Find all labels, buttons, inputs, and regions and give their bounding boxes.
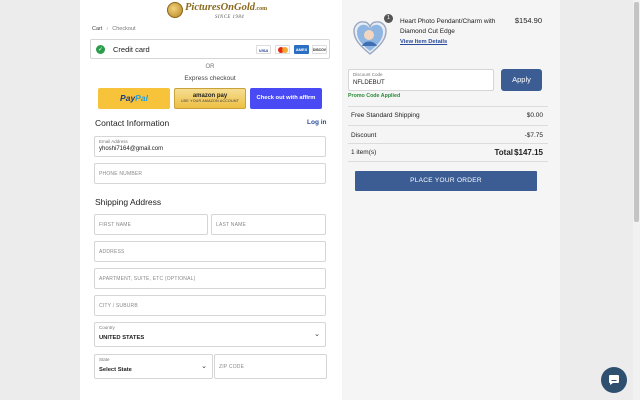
product-thumbnail[interactable]: 1 [348,14,393,61]
logo-tagline: SINCE 1984 [215,15,245,20]
or-divider: OR [205,64,215,70]
apartment-placeholder: APARTMENT, SUITE, ETC (OPTIONAL) [99,276,196,282]
total-label: Total [494,148,513,157]
express-checkout-label: Express checkout [184,75,236,82]
amazon-pay-sublabel: USE YOUR AMAZON ACCOUNT [180,99,240,103]
visa-card-icon: VISA [256,45,271,54]
chat-button[interactable] [601,367,627,393]
quantity-badge: 1 [384,14,393,23]
items-count: 1 item(s) [351,149,377,156]
divider [348,125,548,126]
total-value: $147.15 [514,148,543,157]
last-name-placeholder: LAST NAME [216,222,247,228]
breadcrumb-cart[interactable]: Cart [92,26,102,32]
paypal-button[interactable]: PayPal [98,88,170,109]
state-label: State [99,357,110,362]
first-name-field[interactable]: FIRST NAME [94,214,208,235]
email-label: Email Address [99,139,128,144]
state-select[interactable]: State Select State ⌄ [94,354,213,379]
last-name-field[interactable]: LAST NAME [211,214,326,235]
discount-code-value: NFLDEBUT [353,80,385,86]
zip-placeholder: ZIP CODE [219,364,245,370]
product-price: $154.90 [514,16,542,25]
total-row: 1 item(s) Total $147.15 [351,148,543,157]
logo-domain: .com [255,6,268,12]
promo-status: Promo Code Applied [348,93,401,99]
shipping-row: Free Standard Shipping $0.00 [351,112,543,119]
contact-info-title: Contact Information [95,118,170,128]
check-circle-icon: ✓ [96,45,105,54]
discover-card-icon: DISCOVER [312,45,327,54]
discount-code-field[interactable]: Discount Code NFLDEBUT [348,69,494,91]
divider [348,161,548,162]
address-placeholder: ADDRESS [99,249,125,255]
email-value: yhoshi7164@gmail.com [99,146,164,152]
chevron-down-icon: ⌄ [201,362,207,370]
product-name: Heart Photo Pendant/Charm with Diamond C… [400,18,496,35]
credit-card-option[interactable]: ✓ Credit card VISA AMEX DISCOVER [90,39,330,59]
discount-row-label: Discount [351,132,377,139]
credit-card-label: Credit card [113,45,150,54]
place-order-button[interactable]: PLACE YOUR ORDER [355,171,537,191]
address-field[interactable]: ADDRESS [94,241,326,262]
affirm-button[interactable]: Check out with affirm [250,88,322,109]
city-field[interactable]: CITY / SUBURB [94,295,326,316]
email-field[interactable]: Email Address yhoshi7164@gmail.com [94,136,326,157]
amazon-pay-button[interactable]: amazon pay USE YOUR AMAZON ACCOUNT [174,88,246,109]
mastercard-icon [275,45,290,54]
chevron-down-icon: ⌄ [314,330,320,338]
chat-bubble-icon [609,375,619,385]
first-name-placeholder: FIRST NAME [99,222,132,228]
breadcrumb-current: Checkout [112,26,136,32]
zip-field[interactable]: ZIP CODE [214,354,327,379]
logo-emblem-icon [167,2,183,18]
view-item-details-link[interactable]: View Item Details [400,39,447,45]
apply-button[interactable]: Apply [501,69,542,91]
breadcrumb-separator: › [106,26,109,32]
city-placeholder: CITY / SUBURB [99,303,138,309]
discount-row-value: -$7.75 [524,132,543,139]
apartment-field[interactable]: APARTMENT, SUITE, ETC (OPTIONAL) [94,268,326,289]
site-logo[interactable]: PicturesOnGold.com SINCE 1984 [167,2,267,22]
phone-placeholder: PHONE NUMBER [99,171,143,177]
discount-row: Discount -$7.75 [351,132,543,139]
phone-field[interactable]: PHONE NUMBER [94,163,326,184]
country-value: UNITED STATES [99,335,145,341]
heart-pendant-icon [353,21,387,55]
shipping-address-title: Shipping Address [95,197,162,207]
divider [348,143,548,144]
country-select[interactable]: Country UNITED STATES ⌄ [94,322,326,347]
discount-code-label: Discount Code [353,72,383,77]
scrollbar-thumb[interactable] [634,2,639,222]
amex-card-icon: AMEX [294,45,309,54]
shipping-row-label: Free Standard Shipping [351,112,420,119]
country-label: Country [99,325,115,330]
breadcrumb: Cart › Checkout [92,26,135,32]
logo-name: PicturesOnGold [185,2,256,13]
login-link[interactable]: Log in [307,119,327,126]
divider [348,106,548,107]
state-value: Select State [99,367,132,373]
shipping-row-value: $0.00 [526,112,543,119]
